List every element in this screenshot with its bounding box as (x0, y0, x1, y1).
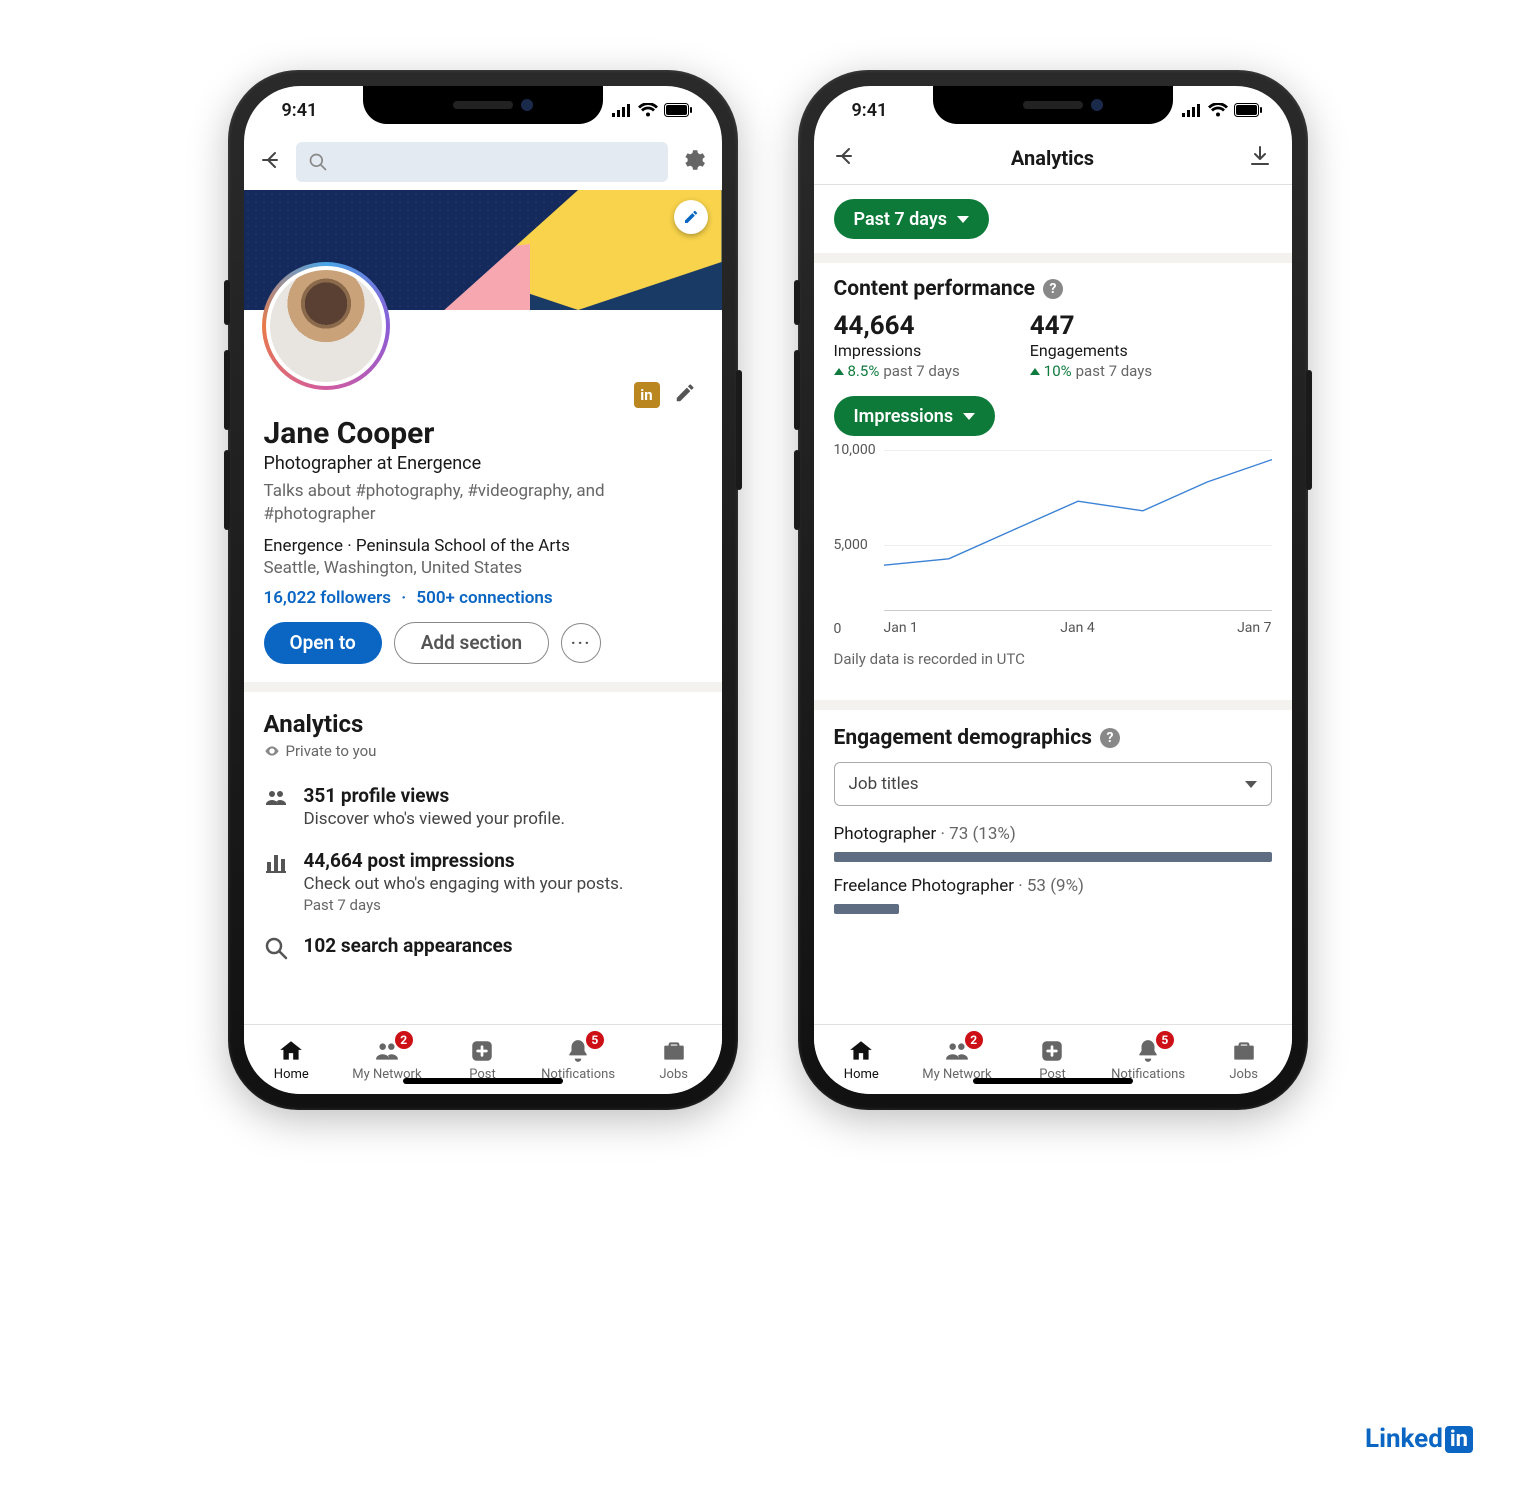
line-chart-svg (884, 450, 1272, 610)
arrow-left-icon (260, 148, 284, 172)
stat-search-appearances[interactable]: 102 search appearances (264, 924, 702, 974)
home-indicator[interactable] (973, 1078, 1133, 1084)
nav-network-badge: 2 (965, 1031, 983, 1049)
status-indicators (1182, 103, 1262, 117)
back-button[interactable] (834, 144, 858, 172)
pencil-icon (683, 209, 699, 225)
demographics-title: Engagement demographics ? (834, 726, 1272, 750)
private-label: Private to you (264, 742, 702, 760)
status-indicators (612, 103, 692, 117)
briefcase-icon (661, 1038, 687, 1064)
nav-jobs[interactable]: Jobs (1196, 1025, 1292, 1094)
cellular-icon (1182, 104, 1202, 117)
cover-image (244, 190, 722, 310)
profile-talks-about: Talks about #photography, #videography, … (264, 480, 702, 526)
analytics-section-title: Analytics (264, 710, 702, 738)
search-icon (308, 152, 328, 172)
linkedin-watermark: Linkedin (1365, 1424, 1473, 1454)
profile-name: Jane Cooper (264, 416, 702, 451)
add-section-button[interactable]: Add section (394, 622, 549, 664)
search-icon (264, 934, 290, 964)
profile-follow-stats[interactable]: 16,022 followers · 500+ connections (264, 588, 702, 608)
nav-home[interactable]: Home (814, 1025, 910, 1094)
connections-count: 500+ connections (416, 588, 552, 608)
home-icon (848, 1038, 874, 1064)
open-to-button[interactable]: Open to (264, 622, 382, 664)
settings-button[interactable] (680, 147, 706, 177)
people-icon (264, 784, 290, 829)
chart-metric-selector[interactable]: Impressions (834, 396, 996, 436)
utc-note: Daily data is recorded in UTC (834, 650, 1272, 668)
bar-chart-icon (264, 849, 290, 914)
metric-impressions: 44,664 Impressions 8.5% past 7 days (834, 311, 960, 380)
notch (363, 86, 603, 124)
profile-headline: Photographer at Energence (264, 453, 702, 474)
chevron-down-icon (957, 216, 969, 223)
stat-post-impressions[interactable]: 44,664 post impressions Check out who's … (264, 839, 702, 924)
chevron-down-icon (963, 413, 975, 420)
pencil-icon (674, 382, 696, 404)
phone-frame-profile: 9:41 (228, 70, 738, 1110)
up-arrow-icon (834, 368, 844, 375)
more-button[interactable]: ··· (561, 623, 601, 663)
download-button[interactable] (1248, 144, 1272, 172)
date-range-selector[interactable]: Past 7 days (834, 199, 990, 239)
profile-location: Seattle, Washington, United States (264, 558, 702, 578)
briefcase-icon (1231, 1038, 1257, 1064)
battery-icon (664, 103, 692, 117)
metric-engagements: 447 Engagements 10% past 7 days (1030, 311, 1152, 380)
plus-square-icon (1039, 1038, 1065, 1064)
cellular-icon (612, 104, 632, 117)
plus-square-icon (469, 1038, 495, 1064)
status-time: 9:41 (282, 100, 318, 121)
profile-education: Energence · Peninsula School of the Arts (264, 536, 702, 556)
edit-cover-button[interactable] (674, 200, 708, 234)
search-input[interactable] (296, 142, 668, 182)
back-button[interactable] (260, 148, 284, 176)
stat-profile-views[interactable]: 351 profile views Discover who's viewed … (264, 774, 702, 839)
home-indicator[interactable] (403, 1078, 563, 1084)
nav-network-badge: 2 (395, 1031, 413, 1049)
edit-profile-button[interactable] (674, 382, 696, 408)
page-title: Analytics (1011, 146, 1094, 170)
wifi-icon (1208, 103, 1228, 117)
help-icon[interactable]: ? (1043, 279, 1063, 299)
nav-jobs[interactable]: Jobs (626, 1025, 722, 1094)
eye-icon (264, 743, 280, 759)
nav-home[interactable]: Home (244, 1025, 340, 1094)
gear-icon (680, 147, 706, 173)
linkedin-badge-icon: in (634, 382, 660, 408)
demographic-bar-row: Photographer · 73 (13%) (834, 824, 1272, 862)
impressions-chart: 10,000 5,000 0 (834, 450, 1272, 640)
wifi-icon (638, 103, 658, 117)
arrow-left-icon (834, 144, 858, 168)
battery-icon (1234, 103, 1262, 117)
nav-notifications-badge: 5 (1156, 1031, 1174, 1049)
demographics-filter[interactable]: Job titles (834, 762, 1272, 806)
content-performance-title: Content performance ? (834, 277, 1272, 301)
nav-notifications-badge: 5 (586, 1031, 604, 1049)
up-arrow-icon (1030, 368, 1040, 375)
avatar[interactable] (262, 262, 390, 390)
status-time: 9:41 (852, 100, 888, 121)
notch (933, 86, 1173, 124)
chevron-down-icon (1245, 781, 1257, 788)
followers-count: 16,022 followers (264, 588, 391, 608)
phone-frame-analytics: 9:41 Analytics (798, 70, 1308, 1110)
home-icon (278, 1038, 304, 1064)
download-icon (1248, 144, 1272, 168)
demographic-bar-row: Freelance Photographer · 53 (9%) (834, 876, 1272, 914)
help-icon[interactable]: ? (1100, 728, 1120, 748)
